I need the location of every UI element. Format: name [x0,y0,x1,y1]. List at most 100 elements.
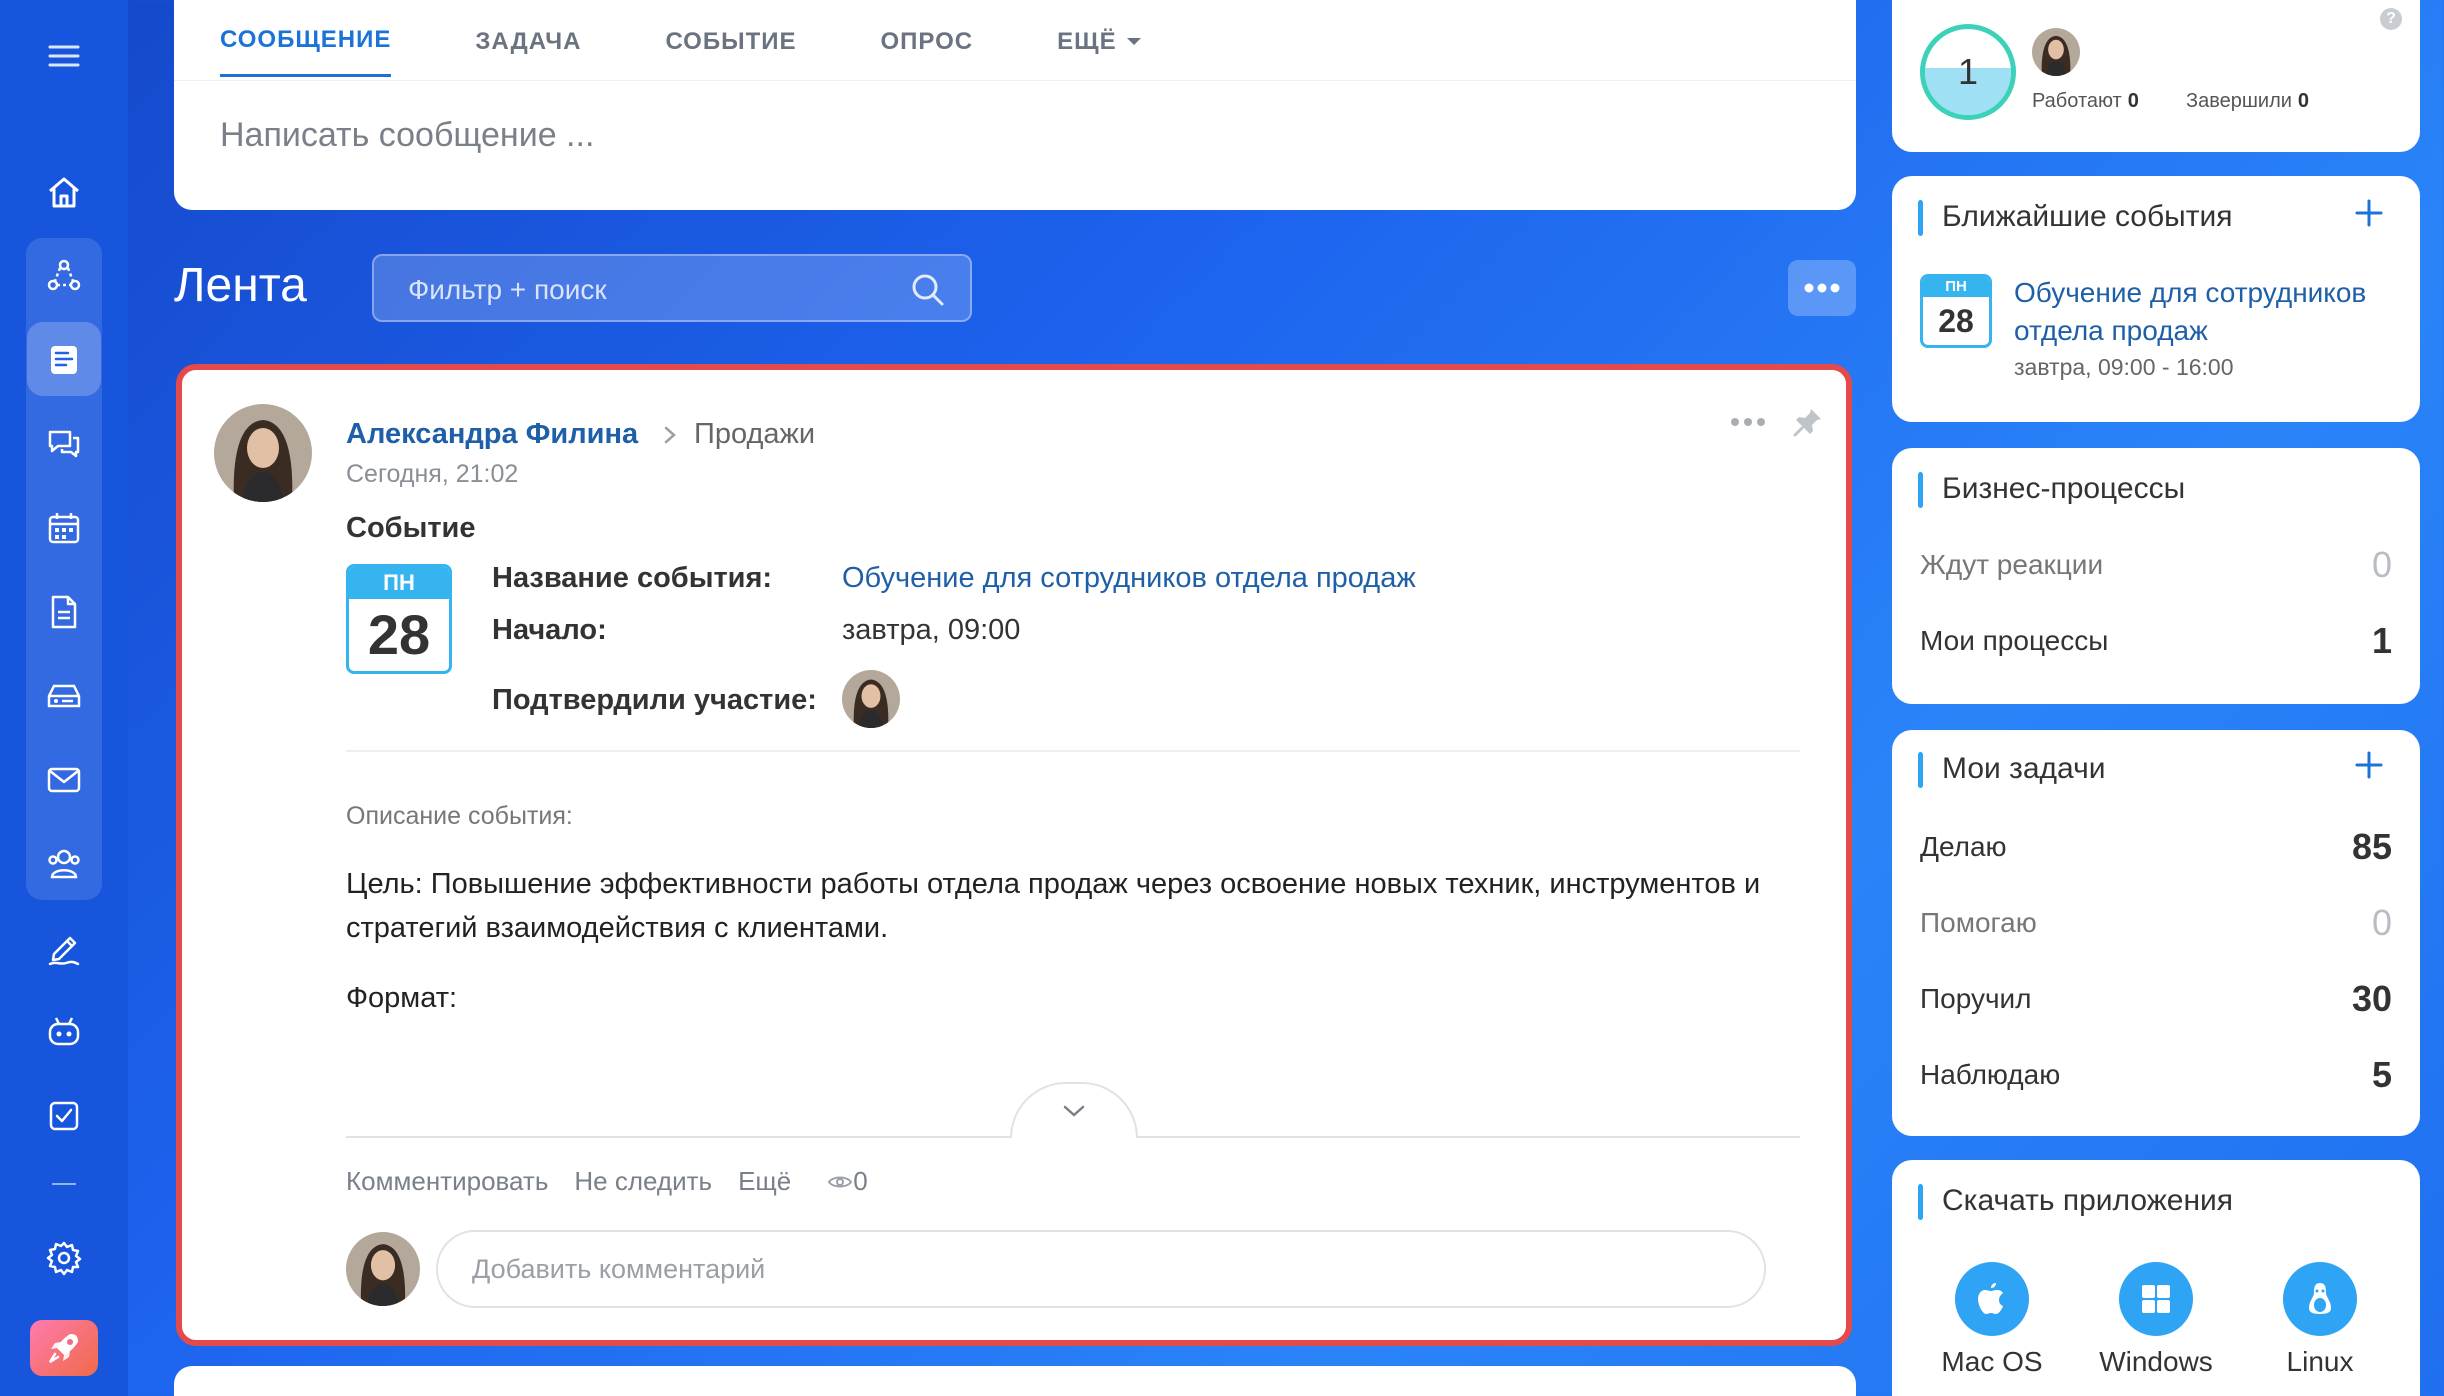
bp-widget-title[interactable]: Бизнес-процессы [1942,472,2185,506]
worktime-widget: 1 Работают 0 Завершили 0 [1892,0,2420,152]
widget-accent-bar [1918,1184,1923,1220]
windows-icon [2119,1262,2193,1336]
download-apps-widget: Скачать приложения Mac OS Windows Linux [1892,1160,2420,1396]
sidebar-divider [52,1183,76,1185]
dots-horizontal-icon [1804,283,1840,293]
home-icon[interactable] [40,168,88,216]
business-processes-widget: Бизнес-процессы Ждут реакции 0 Мои проце… [1892,448,2420,704]
calendar-icon[interactable] [40,504,88,552]
tab-message[interactable]: СООБЩЕНИЕ [220,26,392,77]
format-label: Формат: [346,982,458,1014]
next-post-card [174,1366,1856,1396]
post-menu-icon[interactable] [1730,416,1766,428]
author-name-link[interactable]: Александра Филина [346,418,638,451]
page-title: Лента [174,259,307,312]
tasks-row-watching[interactable]: Наблюдаю 5 [1920,1054,2392,1096]
composer-divider [174,80,1856,81]
search-placeholder: Фильтр + поиск [408,274,607,305]
mail-icon[interactable] [40,756,88,804]
events-widget-title[interactable]: Ближайшие события [1942,200,2232,234]
post-divider [346,750,1800,752]
expand-post-button[interactable] [1010,1082,1138,1138]
chevron-down-icon [1063,1105,1085,1117]
feed-more-button[interactable] [1788,260,1856,316]
chat-icon[interactable] [40,420,88,468]
add-task-plus-icon[interactable] [2354,750,2384,780]
event-name-link[interactable]: Обучение для сотрудников отдела продаж [842,562,1416,595]
employees-icon[interactable] [40,840,88,888]
documents-icon[interactable] [40,588,88,636]
tab-more[interactable]: ЕЩЁ [1057,26,1141,77]
calendar-day: 28 [367,603,431,666]
event-start-value: завтра, 09:00 [842,614,1021,646]
widget-accent-bar [1918,472,1923,508]
event-calendar-mini: ПН 28 [1920,274,1992,348]
pin-icon[interactable] [1792,406,1824,438]
apps-widget-title: Скачать приложения [1942,1184,2234,1217]
add-event-plus-icon[interactable] [2354,198,2384,228]
filter-search-input[interactable]: Фильтр + поиск [372,254,972,322]
post-type-label: Событие [346,512,476,544]
sign-icon[interactable] [40,924,88,972]
recipient-group-link[interactable]: Продажи [694,418,815,451]
views-count: 0 [853,1166,868,1196]
worktime-count: 1 [1957,51,1979,92]
tasks-row-helping[interactable]: Помогаю 0 [1920,902,2392,944]
worktime-user-avatar[interactable] [2032,28,2080,76]
description-label: Описание события: [346,802,573,830]
worktime-counter[interactable]: 1 [1920,24,2016,120]
bp-row-my-processes[interactable]: Мои процессы 1 [1920,620,2392,662]
participant-avatar[interactable] [842,670,900,728]
eye-icon [828,1176,853,1187]
copilot-icon[interactable] [40,1008,88,1056]
linux-icon [2283,1262,2357,1336]
mini-calendar-day: 28 [1938,303,1974,339]
event-name-label: Название события: [492,562,773,594]
upcoming-event-time: завтра, 09:00 - 16:00 [2014,354,2234,380]
app-macos-button[interactable]: Mac OS [1932,1262,2052,1378]
bp-row-waiting[interactable]: Ждут реакции 0 [1920,544,2392,586]
tab-task[interactable]: ЗАДАЧА [475,26,581,77]
feed-post: Александра Филина Продажи Сегодня, 21:02… [176,364,1852,1346]
search-icon[interactable] [910,272,946,308]
feed-icon[interactable] [40,336,88,384]
post-timestamp[interactable]: Сегодня, 21:02 [346,460,518,489]
upcoming-event-link[interactable]: Обучение для сотрудников отдела продаж [2014,274,2394,350]
caret-down-icon [1126,38,1141,45]
views-counter[interactable]: 0 [827,1166,868,1197]
drive-icon[interactable] [40,672,88,720]
author-avatar[interactable] [214,404,312,502]
tasks-row-assigned[interactable]: Поручил 30 [1920,978,2392,1020]
post-actions: Комментировать Не следить Ещё 0 [346,1166,868,1197]
description-text: Цель: Повышение эффективности работы отд… [346,868,1761,944]
unfollow-action[interactable]: Не следить [574,1166,712,1197]
my-tasks-widget: Мои задачи Делаю 85 Помогаю 0 Поручил 30… [1892,730,2420,1136]
message-input[interactable]: Написать сообщение ... [220,116,594,155]
rocket-icon[interactable] [30,1320,98,1376]
finished-stat: Завершили 0 [2186,90,2310,112]
tasks-row-doing[interactable]: Делаю 85 [1920,826,2392,868]
current-user-avatar [346,1232,420,1306]
event-calendar-badge: ПН 28 [346,564,452,674]
comment-action[interactable]: Комментировать [346,1166,548,1197]
app-windows-button[interactable]: Windows [2096,1262,2216,1378]
tab-poll[interactable]: ОПРОС [881,26,974,77]
calendar-weekday: ПН [349,567,449,599]
help-question-icon[interactable]: ? [2380,8,2402,30]
upcoming-events-widget: Ближайшие события ПН 28 Обучение для сот… [1892,176,2420,422]
widget-accent-bar [1918,752,1923,788]
settings-gear-icon[interactable] [40,1234,88,1282]
working-stat: Работают 0 [2032,90,2139,112]
post-composer: СООБЩЕНИЕ ЗАДАЧА СОБЫТИЕ ОПРОС ЕЩЁ Напис… [174,0,1856,210]
more-action[interactable]: Ещё [738,1166,791,1197]
app-linux-button[interactable]: Linux [2260,1262,2380,1378]
apple-icon [1955,1262,2029,1336]
tasks-icon[interactable] [40,1092,88,1140]
add-comment-input[interactable]: Добавить комментарий [436,1230,1766,1308]
mini-calendar-weekday: ПН [1923,277,1989,297]
tab-event[interactable]: СОБЫТИЕ [665,26,796,77]
widget-accent-bar [1918,200,1923,236]
crm-icon[interactable] [40,252,88,300]
hamburger-menu-icon[interactable] [44,36,84,76]
tasks-widget-title[interactable]: Мои задачи [1942,752,2105,786]
